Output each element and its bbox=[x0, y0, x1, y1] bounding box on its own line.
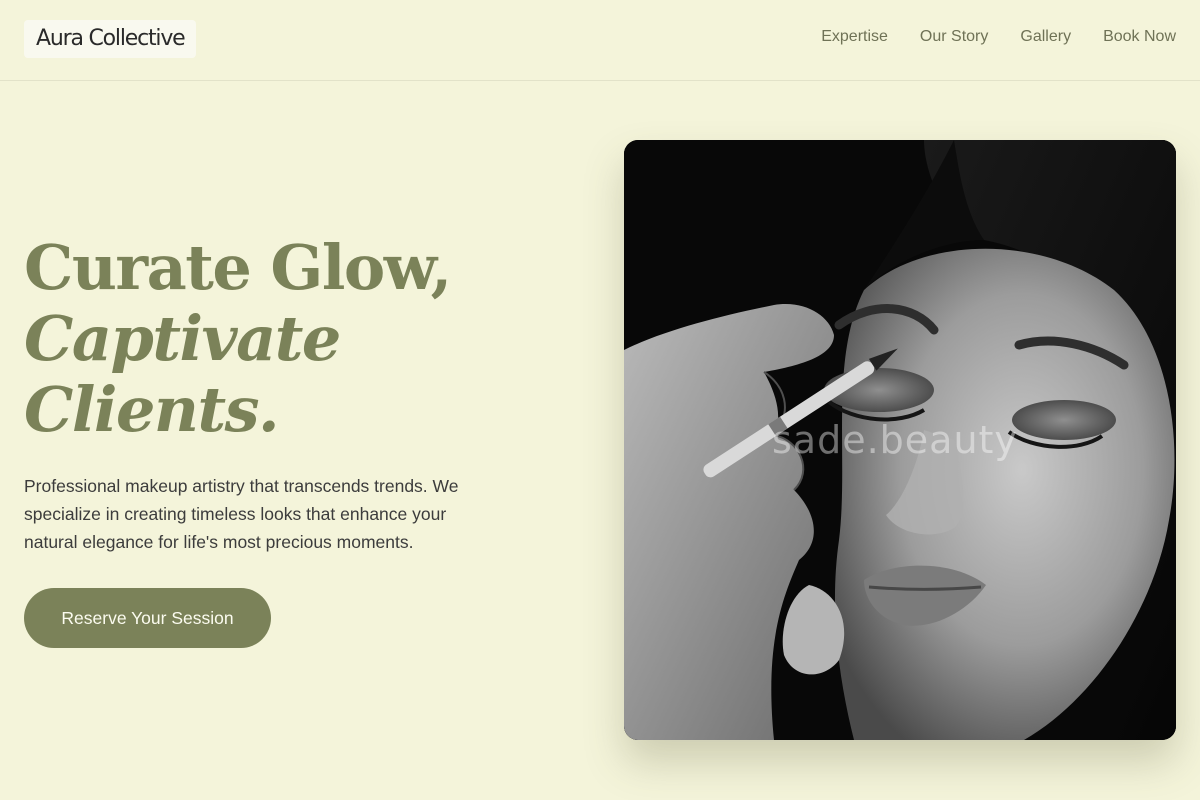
site-header: Aura Collective Expertise Our Story Gall… bbox=[0, 0, 1200, 81]
main-nav: Expertise Our Story Gallery Book Now bbox=[821, 28, 1176, 46]
hero-title-line-3: Clients. bbox=[24, 373, 280, 446]
hero-title-line-1: Curate Glow, bbox=[24, 231, 452, 304]
nav-link-gallery[interactable]: Gallery bbox=[1020, 28, 1071, 46]
nav-link-book-now[interactable]: Book Now bbox=[1103, 28, 1176, 46]
nav-link-expertise[interactable]: Expertise bbox=[821, 28, 888, 46]
hero-title: Curate Glow, Captivate Clients. bbox=[24, 231, 452, 446]
hero-title-line-2: Captivate bbox=[24, 302, 341, 375]
logo[interactable]: Aura Collective bbox=[24, 20, 197, 58]
hero-description: Professional makeup artistry that transc… bbox=[24, 476, 459, 552]
watermark-text: sade.beauty bbox=[772, 418, 1018, 462]
nav-link-our-story[interactable]: Our Story bbox=[920, 28, 988, 46]
hero-photo: sade.beauty bbox=[624, 140, 1176, 740]
reserve-session-button[interactable]: Reserve Your Session bbox=[24, 588, 271, 648]
